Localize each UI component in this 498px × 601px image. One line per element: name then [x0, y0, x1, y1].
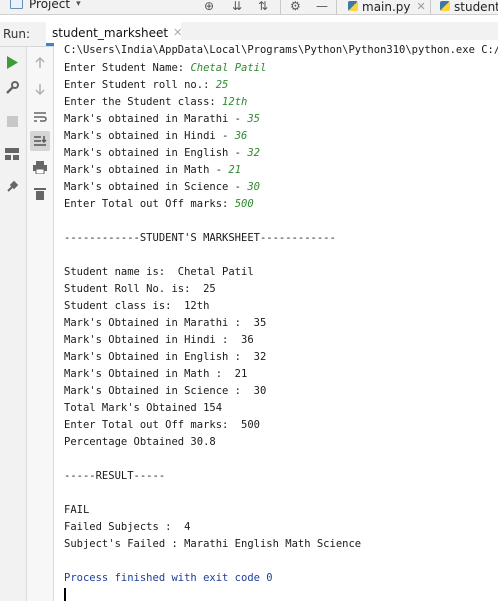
project-label: Project	[29, 0, 71, 11]
console-output-line: Student Roll No. is: 25	[64, 283, 216, 295]
console-input-line: Mark's obtained in English - 32	[64, 147, 260, 159]
top-toolbar: Project ▾ ⊕ ⇊ ⇅ ⚙ — main.py ✕ student	[0, 0, 498, 15]
console-output-line: Enter Total out Off marks: 500	[64, 419, 260, 431]
python-file-icon	[440, 1, 450, 11]
tab-label: student	[454, 0, 498, 14]
layout-icon[interactable]	[2, 144, 22, 164]
result-line: FAIL	[64, 504, 90, 516]
stop-icon[interactable]	[2, 111, 22, 131]
minimize-icon[interactable]: —	[316, 0, 328, 12]
folder-icon	[10, 0, 23, 9]
print-icon[interactable]	[30, 157, 50, 177]
console-input-line: Enter the Student class: 12th	[64, 96, 248, 108]
tab-label: main.py	[362, 0, 411, 14]
console-input-line: Mark's obtained in Hindi - 36	[64, 130, 248, 142]
console-output-line: Mark's Obtained in Hindi : 36	[64, 334, 254, 346]
run-actions-toolbar	[0, 47, 27, 601]
divider	[336, 0, 337, 14]
console-output-line: Percentage Obtained 30.8	[64, 436, 216, 448]
console-output-line: Mark's Obtained in Science : 30	[64, 385, 267, 397]
arrow-up-icon[interactable]	[30, 53, 50, 73]
console-input-line: Mark's obtained in Math - 21	[64, 164, 242, 176]
close-icon[interactable]: ✕	[417, 0, 426, 13]
soft-wrap-icon[interactable]	[30, 107, 50, 127]
console-output-line: Total Mark's Obtained 154	[64, 402, 223, 414]
project-tool-button[interactable]: Project ▾	[0, 0, 81, 11]
console-output-line: Mark's Obtained in English : 32	[64, 351, 267, 363]
console-input-line: Enter Student Name: Chetal Patil	[64, 62, 267, 74]
console-output-line: Mark's Obtained in Math : 21	[64, 368, 248, 380]
trash-icon[interactable]	[30, 183, 50, 203]
console-output[interactable]: C:\Users\India\AppData\Local\Programs\Py…	[54, 40, 498, 601]
run-icon[interactable]	[2, 52, 22, 72]
console-actions-toolbar	[27, 47, 54, 601]
tab-student[interactable]: student	[440, 0, 498, 14]
close-icon[interactable]: ✕	[173, 26, 182, 39]
run-label: Run:	[3, 27, 31, 41]
result-header: -----RESULT-----	[64, 470, 166, 482]
chevron-down-icon[interactable]: ▾	[76, 0, 81, 9]
marksheet-header: ------------STUDENT'S MARKSHEET---------…	[64, 232, 336, 244]
scroll-to-end-icon[interactable]	[30, 131, 50, 151]
result-line: Failed Subjects : 4	[64, 521, 191, 533]
console-input-line: Enter Total out Off marks: 500	[64, 198, 254, 210]
python-file-icon	[348, 1, 358, 11]
arrow-down-icon[interactable]	[30, 79, 50, 99]
exit-code-line: Process finished with exit code 0	[64, 572, 273, 584]
console-input-line: Mark's obtained in Science - 30	[64, 181, 260, 193]
tab-main-py[interactable]: main.py ✕	[348, 0, 426, 14]
console-output-line: Student name is: Chetal Patil	[64, 266, 254, 278]
text-cursor	[64, 588, 66, 601]
divider	[280, 0, 281, 14]
console-input-line: Mark's obtained in Marathi - 35	[64, 113, 260, 125]
target-icon[interactable]: ⊕	[204, 0, 214, 12]
gear-icon[interactable]: ⚙	[290, 0, 301, 12]
console-input-line: Enter Student roll no.: 25	[64, 79, 229, 91]
interpreter-path-line: C:\Users\India\AppData\Local\Programs\Py…	[64, 44, 498, 56]
console-output-line: Student class is: 12th	[64, 300, 210, 312]
divider	[430, 0, 431, 14]
collapse-icon[interactable]: ⇊	[232, 0, 242, 12]
pin-icon[interactable]	[2, 177, 22, 197]
expand-icon[interactable]: ⇅	[258, 0, 268, 12]
wrench-icon[interactable]	[2, 78, 22, 98]
result-line: Subject's Failed : Marathi English Math …	[64, 538, 362, 550]
run-tab-label: student_marksheet	[52, 25, 169, 40]
console-output-line: Mark's Obtained in Marathi : 35	[64, 317, 267, 329]
